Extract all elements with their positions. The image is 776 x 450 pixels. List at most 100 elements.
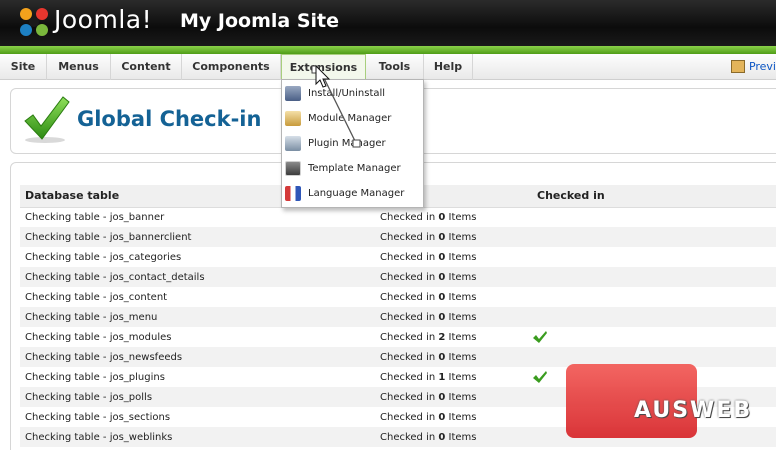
items-cell: Checked in 0 Items: [375, 207, 532, 227]
table-row: Checking table - jos_bannerclient Checked…: [20, 227, 776, 247]
items-suffix: Items: [445, 411, 477, 423]
checked-in-cell: [532, 327, 776, 347]
table-name-cell: Checking table - jos_banner: [25, 211, 165, 223]
language-icon: [285, 186, 301, 201]
items-cell: Checked in 0 Items: [375, 387, 532, 407]
items-prefix: Checked in: [380, 411, 439, 423]
preview-icon: [730, 60, 745, 73]
items-cell: Checked in 0 Items: [375, 287, 532, 307]
items-cell: Checked in 0 Items: [375, 307, 532, 327]
watermark-text: AUSWEB: [634, 398, 753, 423]
items-prefix: Checked in: [380, 291, 439, 303]
checked-in-cell: [532, 207, 776, 227]
items-prefix: Checked in: [380, 251, 439, 263]
items-suffix: Items: [445, 431, 477, 443]
items-suffix: Items: [445, 311, 477, 323]
table-name-cell: Checking table - jos_sections: [25, 411, 171, 423]
checked-in-cell: [532, 307, 776, 327]
site-title: My Joomla Site: [180, 10, 339, 32]
items-suffix: Items: [445, 291, 477, 303]
menu-item-label: Language Manager: [308, 188, 405, 199]
items-prefix: Checked in: [380, 231, 439, 243]
header-stripe: [0, 46, 776, 54]
table-name-cell: Checking table - jos_content: [25, 291, 168, 303]
items-cell: Checked in 0 Items: [375, 427, 532, 447]
menu-item-install-uninstall[interactable]: Install/Uninstall: [282, 81, 423, 106]
table-name-cell: Checking table - jos_modules: [25, 331, 172, 343]
main-menubar: Site Menus Content Components Extensions…: [0, 54, 776, 80]
template-icon: [285, 161, 301, 176]
joomla-logo-icon: [20, 8, 48, 36]
menu-item-module-manager[interactable]: Module Manager: [282, 106, 423, 131]
table-name-cell: Checking table - jos_categories: [25, 251, 182, 263]
menu-site[interactable]: Site: [0, 54, 47, 80]
menu-item-template-manager[interactable]: Template Manager: [282, 156, 423, 181]
table-name-cell: Checking table - jos_newsfeeds: [20, 347, 375, 367]
table-name-cell: Checking table - jos_weblinks: [20, 427, 375, 447]
menu-item-label: Template Manager: [308, 163, 401, 174]
preview-label: Previ: [748, 60, 776, 73]
items-suffix: Items: [445, 231, 477, 243]
preview-link[interactable]: Previ: [730, 54, 776, 80]
column-header-checked-in: Checked in: [532, 185, 776, 208]
menu-help[interactable]: Help: [424, 54, 473, 80]
menu-item-label: Module Manager: [308, 113, 392, 124]
menu-content[interactable]: Content: [111, 54, 182, 80]
check-icon: [533, 371, 547, 383]
items-suffix: Items: [445, 331, 477, 343]
items-suffix: Items: [445, 371, 477, 383]
items-cell: Checked in 0 Items: [375, 347, 532, 367]
items-suffix: Items: [445, 251, 477, 263]
module-icon: [285, 111, 301, 126]
items-cell: Checked in 0 Items: [375, 407, 532, 427]
menu-item-label: Install/Uninstall: [308, 88, 386, 99]
menu-menus[interactable]: Menus: [47, 54, 111, 80]
items-suffix: Items: [445, 271, 477, 283]
items-prefix: Checked in: [380, 391, 439, 403]
table-name-cell: Checking table - jos_bannerclient: [20, 227, 375, 247]
items-prefix: Checked in: [380, 271, 439, 283]
table-row: Checking table - jos_modules Checked in 2…: [20, 327, 776, 347]
items-cell: Checked in 0 Items: [375, 247, 532, 267]
page-title: Global Check-in: [77, 107, 262, 131]
menu-item-label: Plugin Manager: [308, 138, 386, 149]
extensions-dropdown: Install/Uninstall Module Manager Plugin …: [281, 79, 424, 208]
items-prefix: Checked in: [380, 351, 439, 363]
check-icon: [533, 331, 547, 343]
table-row: Checking table - jos_contact_details Chec…: [20, 267, 776, 287]
menu-item-plugin-manager[interactable]: Plugin Manager: [282, 131, 423, 156]
menu-item-language-manager[interactable]: Language Manager: [282, 181, 423, 206]
items-cell: Checked in 0 Items: [375, 227, 532, 247]
table-row: Checking table - jos_banner Checked in 0 …: [20, 207, 776, 227]
checked-in-cell: [532, 247, 776, 267]
items-prefix: Checked in: [380, 331, 439, 343]
table-name-cell: Checking table - jos_polls: [20, 387, 375, 407]
table-row: Checking table - jos_categories Checked i…: [20, 247, 776, 267]
checkmark-icon: [24, 96, 70, 143]
items-suffix: Items: [445, 391, 477, 403]
items-cell: Checked in 1 Items: [375, 367, 532, 387]
install-icon: [285, 86, 301, 101]
items-prefix: Checked in: [380, 371, 439, 383]
items-prefix: Checked in: [380, 431, 439, 443]
table-row: Checking table - jos_menu Checked in 0 It…: [20, 307, 776, 327]
plugin-icon: [285, 136, 301, 151]
table-row: Checking table - jos_content Checked in 0…: [20, 287, 776, 307]
admin-header: Joomla! My Joomla Site: [0, 0, 776, 46]
table-name-cell: Checking table - jos_plugins: [25, 371, 165, 383]
checked-in-cell: [532, 287, 776, 307]
checked-in-cell: [532, 267, 776, 287]
checked-in-cell: [532, 227, 776, 247]
menu-tools[interactable]: Tools: [366, 54, 424, 80]
items-cell: Checked in 0 Items: [375, 267, 532, 287]
menu-components[interactable]: Components: [182, 54, 281, 80]
brand-name: Joomla!: [54, 5, 153, 34]
items-prefix: Checked in: [380, 211, 439, 223]
items-prefix: Checked in: [380, 311, 439, 323]
items-cell: Checked in 2 Items: [375, 327, 532, 347]
table-name-cell: Checking table - jos_contact_details: [20, 267, 375, 287]
menu-extensions[interactable]: Extensions: [281, 54, 366, 80]
items-suffix: Items: [445, 211, 477, 223]
items-suffix: Items: [445, 351, 477, 363]
table-name-cell: Checking table - jos_menu: [20, 307, 375, 327]
